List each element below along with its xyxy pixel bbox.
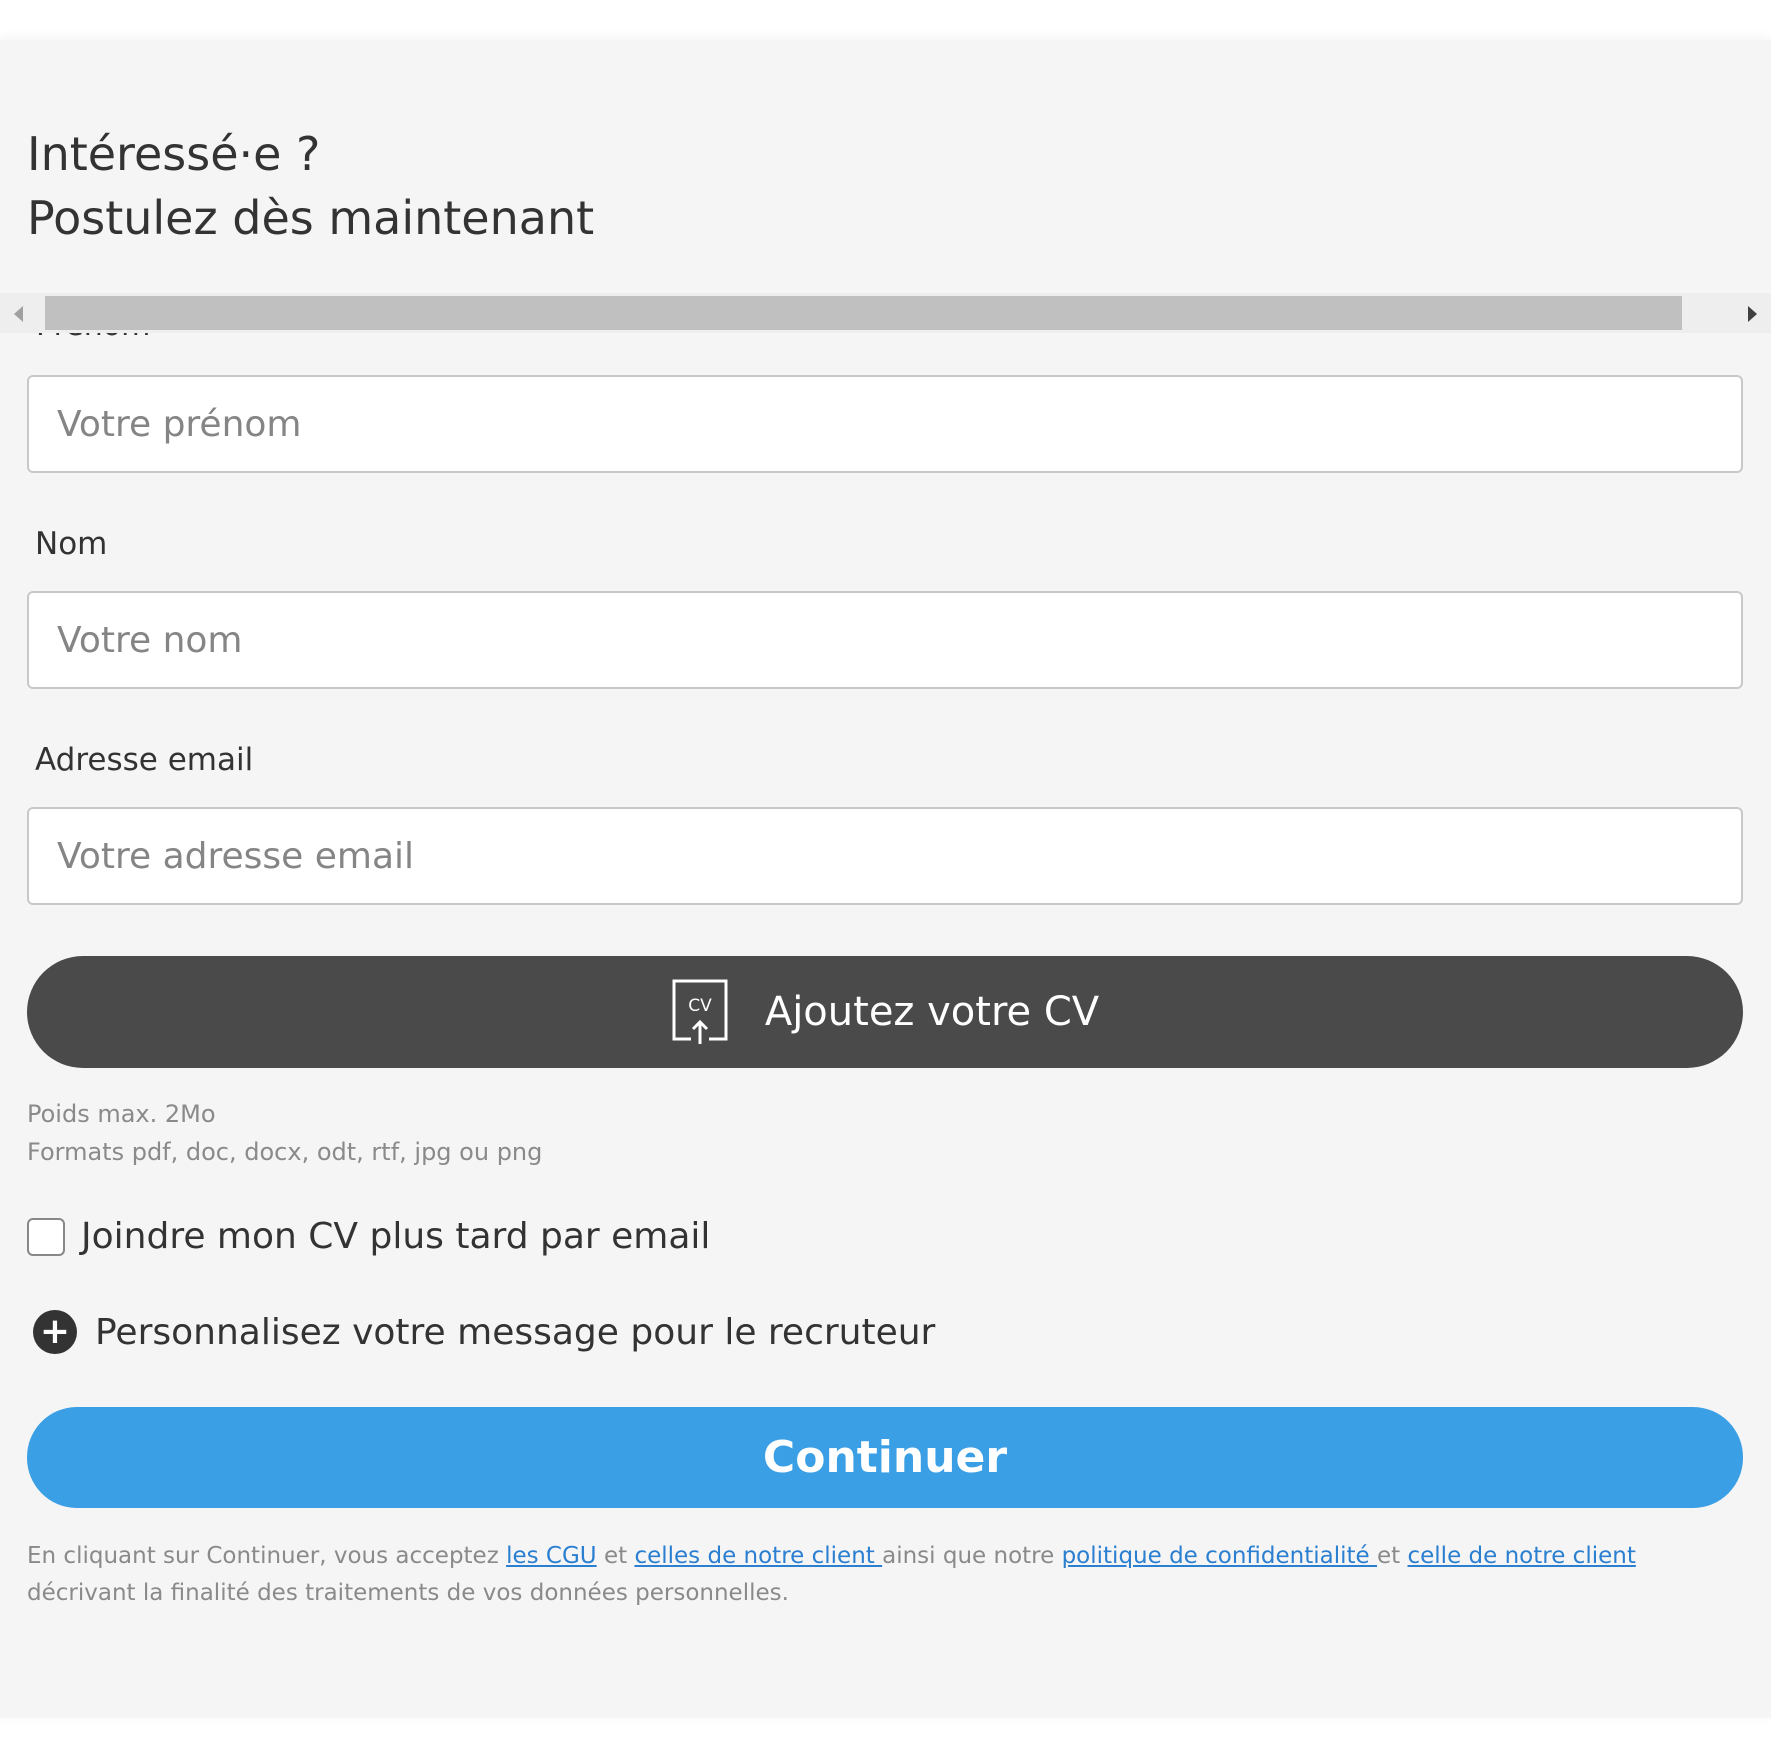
scroll-right-arrow-icon[interactable]: [1748, 306, 1757, 322]
send-cv-later-option[interactable]: Joindre mon CV plus tard par email: [27, 1216, 710, 1257]
max-size-hint: Poids max. 2Mo: [27, 1100, 216, 1128]
legal-text: En cliquant sur Continuer, vous acceptez: [27, 1543, 507, 1569]
legal-notice: En cliquant sur Continuer, vous acceptez…: [27, 1538, 1743, 1612]
legal-text: et: [1377, 1543, 1408, 1569]
formats-hint: Formats pdf, doc, docx, odt, rtf, jpg ou…: [27, 1138, 543, 1166]
personalize-message-toggle[interactable]: + Personnalisez votre message pour le re…: [33, 1310, 935, 1354]
email-input[interactable]: [27, 807, 1743, 905]
title-line-1: Intéressé·e ?: [27, 127, 321, 181]
horizontal-scrollbar[interactable]: [0, 293, 1771, 333]
legal-text: ainsi que notre: [882, 1543, 1062, 1569]
send-cv-later-label[interactable]: Joindre mon CV plus tard par email: [81, 1216, 710, 1257]
title-line-2: Postulez dès maintenant: [27, 191, 595, 245]
personalize-message-label[interactable]: Personnalisez votre message pour le recr…: [95, 1312, 935, 1353]
scrollbar-thumb[interactable]: [45, 296, 1682, 330]
plus-circle-icon[interactable]: +: [33, 1310, 77, 1354]
scroll-left-arrow-icon[interactable]: [14, 306, 23, 322]
continue-button[interactable]: Continuer: [27, 1407, 1743, 1508]
last-name-label: Nom: [35, 526, 108, 562]
legal-text: décrivant la finalité des traitements de…: [27, 1580, 789, 1606]
add-cv-label: Ajoutez votre CV: [764, 989, 1100, 1035]
cv-upload-icon: CV: [671, 978, 729, 1046]
first-name-input[interactable]: [27, 375, 1743, 473]
privacy-policy-link[interactable]: politique de confidentialité: [1062, 1543, 1377, 1569]
last-name-input[interactable]: [27, 591, 1743, 689]
first-name-label: Prénom: [36, 333, 150, 343]
email-label: Adresse email: [35, 742, 254, 778]
cgu-link[interactable]: les CGU: [506, 1543, 597, 1569]
legal-text: et: [596, 1543, 635, 1569]
send-cv-later-checkbox[interactable]: [27, 1217, 65, 1256]
client-privacy-link[interactable]: celle de notre client: [1408, 1543, 1636, 1569]
svg-text:CV: CV: [688, 996, 712, 1016]
client-terms-link[interactable]: celles de notre client: [634, 1543, 882, 1569]
page-title: Intéressé·e ? Postulez dès maintenant: [27, 122, 594, 250]
add-cv-button[interactable]: CV Ajoutez votre CV: [27, 956, 1743, 1068]
